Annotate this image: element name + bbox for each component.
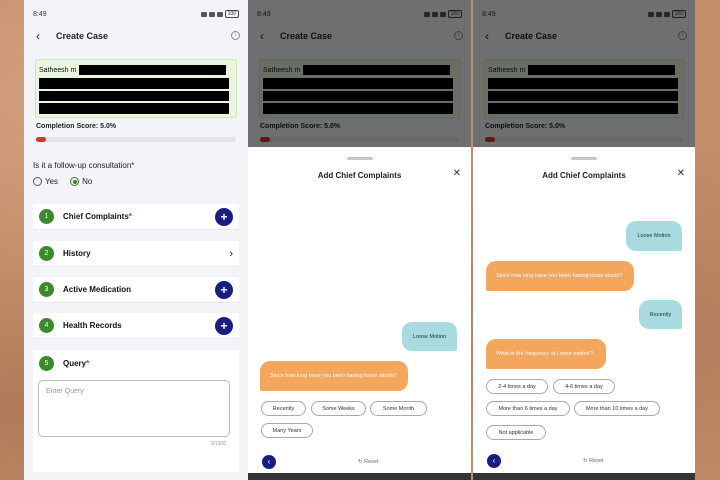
query-char-counter: 0/1500 [210,441,226,447]
step-number: 3 [39,282,54,297]
alarm-icon [200,11,207,17]
system-nav-bar [473,473,695,480]
section-health-records[interactable]: 4 Health Records + [33,313,239,339]
section-label: History [63,249,91,258]
option-chip-2-4-times[interactable]: 2-4 times a day [486,379,548,394]
battery-icon: 100 [224,10,239,18]
section-chief-complaints[interactable]: 1 Chief Complaints* + [33,204,239,230]
section-label: Health Records [63,321,122,330]
system-nav-bar [248,473,471,480]
option-chip-more-than-10[interactable]: More than 10 times a day [574,401,660,416]
add-health-records-button[interactable]: + [215,316,233,335]
status-icons: 100 [200,10,239,18]
status-bar: 8:49 100 [24,0,248,28]
step-number: 1 [39,209,54,224]
drag-handle[interactable] [571,157,597,160]
screen-create-case: 8:49 100 ‹ Create Case i Satheesh m Comp… [24,0,248,480]
add-active-medication-button[interactable]: + [215,280,233,299]
close-icon[interactable]: ✕ [677,168,685,179]
sheet-title: Add Chief Complaints [542,171,626,180]
reset-icon: ↻ [583,458,588,464]
patient-card: Satheesh m [35,59,237,118]
option-chip-4-6-times[interactable]: 4-6 times a day [553,379,615,394]
bot-message: Since how long have you been having loos… [486,261,634,291]
status-time: 8:49 [33,10,47,18]
user-message: Recently [639,300,682,329]
option-chip-some-month[interactable]: Some Month [370,401,427,416]
patient-name: Satheesh m [39,66,77,74]
section-history[interactable]: 2 History › [33,241,239,267]
step-number: 5 [39,355,54,371]
option-chip-many-years[interactable]: Many Years [261,423,313,438]
drag-handle[interactable] [346,157,373,160]
radio-yes[interactable]: Yes [33,177,58,186]
sheet-back-button[interactable]: ‹ [487,454,501,468]
section-query: 5 Query* [33,350,239,376]
followup-radio-group: Yes No [33,177,239,186]
app-bar: ‹ Create Case i [24,28,248,44]
bot-message: Since how long have you been having loos… [260,361,408,391]
query-input[interactable]: Enter Query [38,380,230,437]
sheet-back-button[interactable]: ‹ [262,455,276,469]
option-chip-recently[interactable]: Recently [261,401,306,416]
step-number: 4 [39,318,54,333]
reset-icon: ↻ [358,459,363,465]
screen-add-chief-complaints-step1: 8:49 100 ‹ Create Case i Satheesh m Comp… [248,0,471,480]
add-chief-complaints-sheet: Add Chief Complaints ✕ Loose Motion Sinc… [248,147,471,473]
modal-scrim[interactable] [473,0,695,147]
page-title: Create Case [56,31,109,41]
completion-progress-bar [36,137,236,142]
radio-no-label: No [82,177,93,186]
radio-yes-label: Yes [45,177,59,186]
option-chip-more-than-6[interactable]: More than 6 times a day [486,401,570,416]
patient-name-row: Satheesh m [39,64,233,76]
section-active-medication[interactable]: 3 Active Medication + [33,277,239,303]
radio-circle[interactable] [33,177,42,186]
signal-icon [216,11,223,17]
info-icon[interactable]: i [231,31,240,40]
section-label: Query* [63,358,90,368]
section-label: Active Medication [63,285,132,294]
sheet-title: Add Chief Complaints [317,171,402,180]
completion-score: Completion Score: 5.0% [36,123,117,130]
screen-add-chief-complaints-step2: 8:49 100 ‹ Create Case i Satheesh m Comp… [473,0,695,480]
option-chip-some-weeks[interactable]: Some Weeks [311,401,366,416]
add-chief-complaints-sheet: Add Chief Complaints ✕ Loose Motion Sinc… [473,147,695,473]
user-message: Loose Motion [626,221,682,251]
section-label: Chief Complaints* [63,212,132,221]
modal-scrim[interactable] [248,0,471,147]
close-icon[interactable]: ✕ [453,168,461,179]
add-chief-complaints-button[interactable]: + [215,207,233,226]
reset-button[interactable]: ↻ Reset [583,458,604,464]
redacted-block [39,78,229,89]
followup-question: Is it a follow-up consultation* [33,161,135,170]
step-number: 2 [39,246,54,261]
redacted-block [39,91,229,101]
back-arrow-icon[interactable]: ‹ [36,29,56,43]
redacted-block [79,65,227,75]
radio-circle-checked[interactable] [70,177,80,186]
radio-no[interactable]: No [70,177,92,186]
user-message: Loose Motion [402,322,457,351]
redacted-block [39,103,229,114]
completion-progress-fill [36,137,46,142]
reset-button[interactable]: ↻ Reset [358,459,379,465]
option-chip-not-applicable[interactable]: Not applicable [486,425,546,440]
wifi-icon [208,11,215,17]
chevron-right-icon[interactable]: › [229,248,233,260]
bot-message: What is the frequency of Loose motion? [486,339,606,369]
